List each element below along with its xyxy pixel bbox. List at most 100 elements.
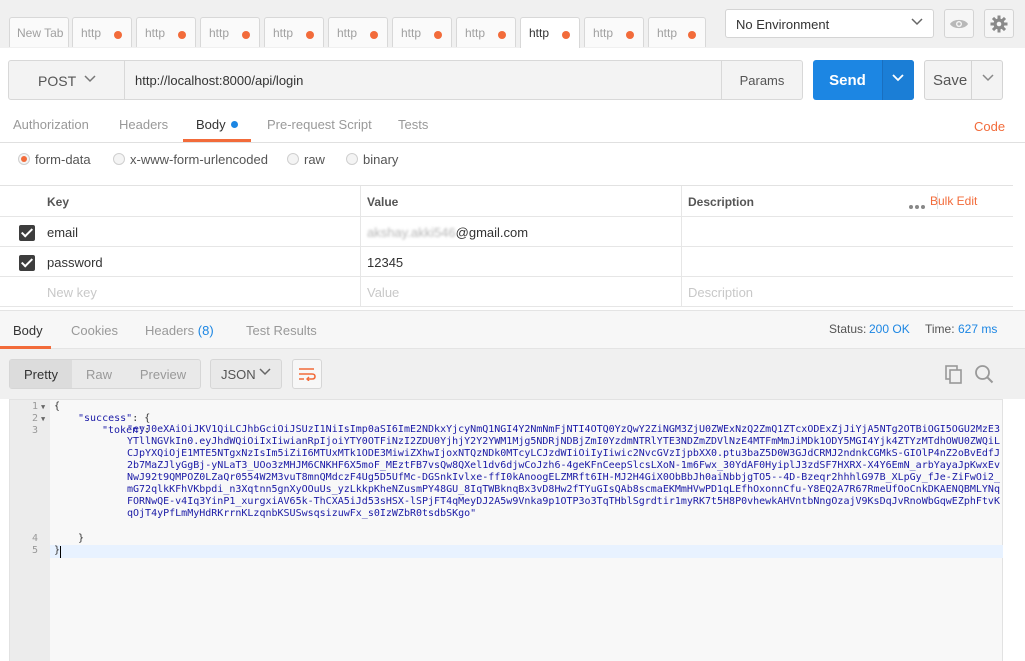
- response-tab-headers[interactable]: Headers (8): [145, 323, 214, 338]
- format-select[interactable]: JSON: [210, 359, 282, 389]
- response-tab-cookies[interactable]: Cookies: [71, 323, 118, 338]
- table-row-new: New key Value Description: [0, 277, 1013, 307]
- request-tab-label: http: [145, 26, 166, 40]
- column-header-value: Value: [361, 186, 682, 216]
- format-label: JSON: [221, 367, 256, 382]
- url-input[interactable]: http://localhost:8000/api/login: [124, 60, 722, 100]
- request-tab[interactable]: http: [392, 17, 452, 47]
- line-number: 2: [31, 413, 38, 424]
- body-indicator-dot-icon: [230, 121, 238, 128]
- chevron-down-icon: [982, 74, 994, 82]
- environment-quick-look-button[interactable]: [944, 9, 974, 38]
- send-options-button[interactable]: [882, 60, 914, 100]
- row-checkbox[interactable]: [19, 255, 35, 271]
- time-value: 627 ms: [958, 322, 998, 336]
- request-tab[interactable]: http: [264, 17, 324, 47]
- fold-arrow-icon[interactable]: ▼: [41, 415, 45, 423]
- column-header-description-label: Description: [688, 195, 755, 209]
- new-key-field[interactable]: New key: [41, 277, 361, 306]
- request-tab-label: http: [657, 26, 678, 40]
- request-tab[interactable]: http: [648, 17, 706, 47]
- request-tab[interactable]: http: [328, 17, 388, 47]
- send-button[interactable]: Send: [813, 60, 914, 100]
- save-label: Save: [933, 72, 968, 89]
- request-tab-label: http: [273, 26, 294, 40]
- new-description-field[interactable]: Description: [682, 277, 1013, 306]
- table-row: email akshay.akki546@gmail.com: [0, 217, 1013, 247]
- view-raw-button[interactable]: Raw: [72, 360, 126, 388]
- response-tabs: Body Cookies Headers (8) Test Results St…: [0, 310, 1025, 349]
- request-tab-label: http: [593, 26, 614, 40]
- request-tab-label: http: [81, 26, 102, 40]
- value-field[interactable]: akshay.akki546@gmail.com: [361, 217, 682, 246]
- value-field[interactable]: 12345: [361, 247, 682, 276]
- request-tab-label: http: [209, 26, 230, 40]
- radio-label: binary: [363, 152, 399, 167]
- tab-authorization[interactable]: Authorization: [13, 117, 89, 132]
- table-header-checkbox-cell: [0, 186, 41, 216]
- key-field[interactable]: password: [41, 247, 361, 276]
- response-tab-headers-label: Headers: [145, 323, 195, 338]
- headers-count-badge: (8): [197, 323, 214, 338]
- key-field[interactable]: email: [41, 217, 361, 246]
- radio-label: raw: [304, 152, 325, 167]
- request-tab[interactable]: http: [584, 17, 644, 47]
- code-link[interactable]: Code: [974, 119, 1005, 134]
- request-tab-label: http: [401, 26, 422, 40]
- request-tab[interactable]: http: [456, 17, 516, 47]
- unsaved-dot-icon: [242, 31, 250, 39]
- response-tab-body[interactable]: Body: [13, 323, 43, 338]
- line-number: 3: [31, 425, 38, 436]
- description-field[interactable]: [682, 217, 1013, 246]
- chevron-down-icon: [259, 368, 271, 376]
- manage-environments-button[interactable]: [984, 9, 1014, 38]
- unsaved-dot-icon: [434, 31, 442, 39]
- new-value-field[interactable]: Value: [361, 277, 682, 306]
- description-field[interactable]: [682, 247, 1013, 276]
- method-select[interactable]: POST: [8, 60, 125, 100]
- radio-unselected-icon: [287, 153, 299, 165]
- radio-selected-icon: [18, 153, 30, 165]
- tab-pre-request-script[interactable]: Pre-request Script: [267, 117, 372, 132]
- body-type-options: form-data x-www-form-urlencoded raw bina…: [0, 148, 1025, 184]
- environment-select[interactable]: No Environment: [725, 9, 934, 38]
- response-tab-test-results[interactable]: Test Results: [246, 323, 317, 338]
- response-body-viewer[interactable]: 1 2 3 4 5 ▼ ▼ { "success": { "token": "e…: [9, 399, 1003, 661]
- row-checkbox-cell: [0, 247, 41, 276]
- environment-label: No Environment: [736, 17, 830, 32]
- save-options-button[interactable]: [971, 61, 1003, 99]
- save-button[interactable]: Save: [924, 60, 1003, 100]
- unsaved-dot-icon: [370, 31, 378, 39]
- more-options-icon[interactable]: [909, 198, 927, 212]
- row-checkbox-cell: [0, 217, 41, 246]
- wrap-lines-button[interactable]: [292, 359, 322, 389]
- fold-arrow-icon[interactable]: ▼: [41, 403, 45, 411]
- radio-unselected-icon: [113, 153, 125, 165]
- tab-headers[interactable]: Headers: [119, 117, 168, 132]
- unsaved-dot-icon: [626, 31, 634, 39]
- request-tab[interactable]: http: [72, 17, 132, 47]
- status-value: 200 OK: [869, 322, 910, 336]
- view-preview-button[interactable]: Preview: [126, 360, 200, 388]
- bulk-edit-link[interactable]: Bulk Edit: [930, 194, 977, 208]
- copy-icon[interactable]: [944, 364, 964, 384]
- tab-tests[interactable]: Tests: [398, 117, 428, 132]
- tab-body-label: Body: [196, 117, 226, 132]
- new-tab[interactable]: New Tab: [9, 17, 69, 47]
- request-tab[interactable]: http: [136, 17, 196, 47]
- request-tab-active[interactable]: http: [520, 17, 580, 48]
- tab-body[interactable]: Body: [196, 117, 238, 132]
- unsaved-dot-icon: [114, 31, 122, 39]
- request-tab[interactable]: http: [200, 17, 260, 47]
- code-line: }: [78, 533, 85, 544]
- gear-icon: [990, 15, 1008, 32]
- current-line-highlight: [50, 545, 1003, 558]
- code-line: {: [54, 401, 61, 412]
- params-button[interactable]: Params: [721, 60, 803, 100]
- response-toolbar: Pretty Raw Preview JSON: [0, 349, 1025, 399]
- search-icon[interactable]: [974, 364, 994, 384]
- row-checkbox[interactable]: [19, 225, 35, 241]
- view-pretty-button[interactable]: Pretty: [10, 360, 72, 388]
- chevron-down-icon: [911, 18, 923, 26]
- request-config-tabs: Authorization Headers Body Pre-request S…: [0, 107, 1025, 143]
